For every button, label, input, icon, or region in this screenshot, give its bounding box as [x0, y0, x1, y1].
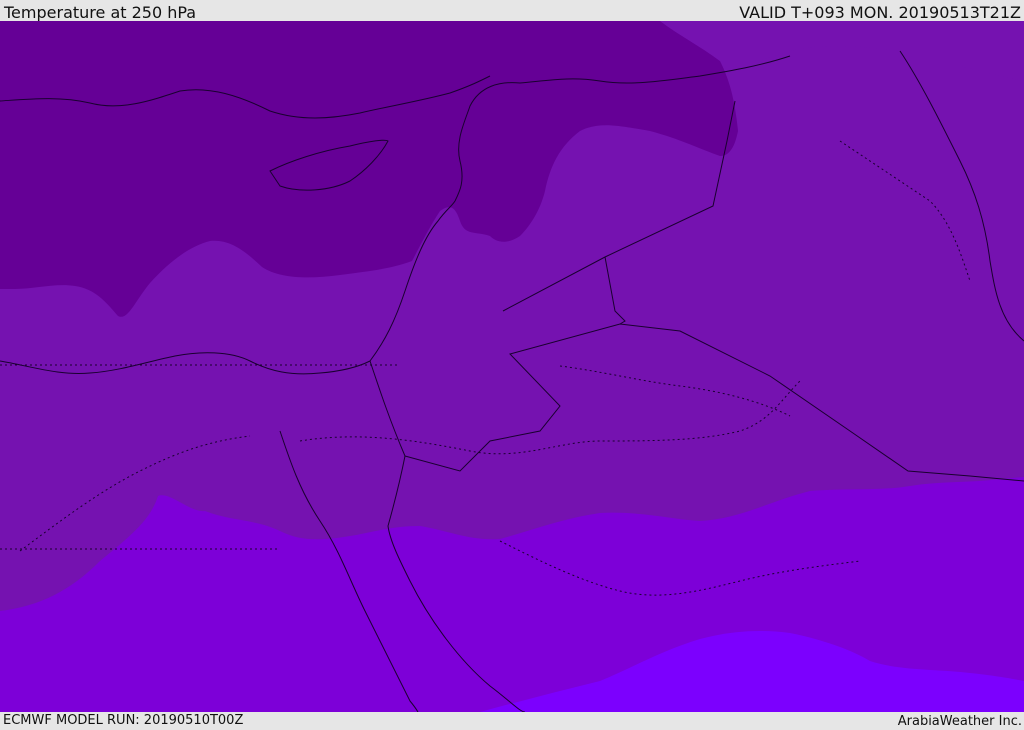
map-title: Temperature at 250 hPa [4, 3, 197, 22]
valid-time: VALID T+093 MON. 20190513T21Z [739, 3, 1021, 22]
model-run: ECMWF MODEL RUN: 20190510T00Z [3, 713, 244, 728]
footer-bar: ECMWF MODEL RUN: 20190510T00Z ArabiaWeat… [0, 712, 1024, 729]
credit: ArabiaWeather Inc. [897, 714, 1022, 729]
map-canvas [0, 21, 1024, 712]
temperature-map[interactable] [0, 21, 1024, 712]
header-bar: Temperature at 250 hPa VALID T+093 MON. … [0, 0, 1024, 22]
